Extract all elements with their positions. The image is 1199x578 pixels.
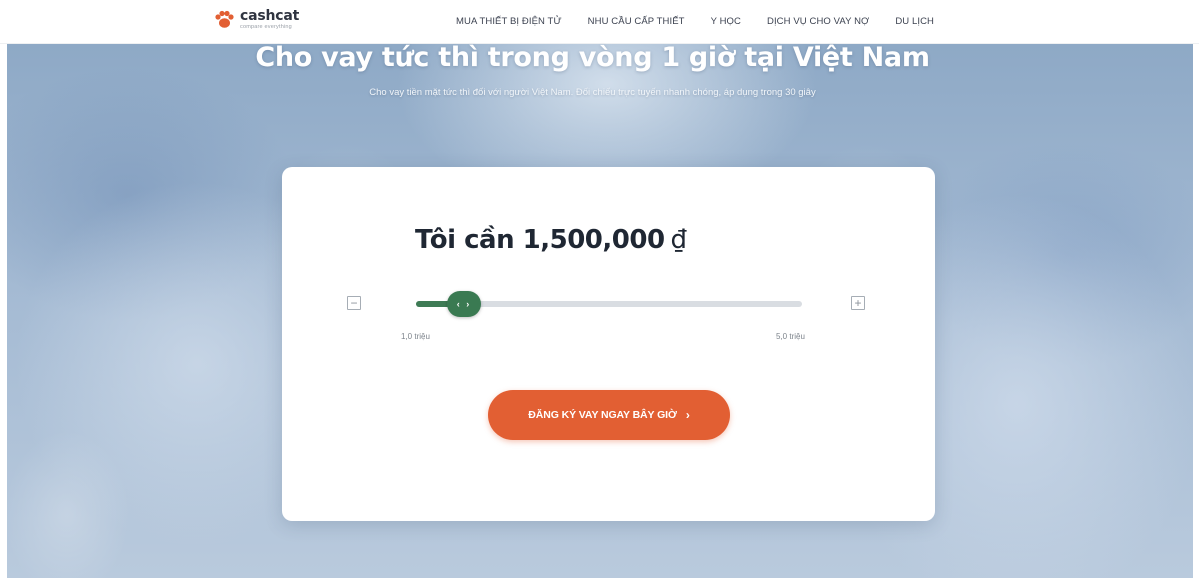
slider-min-label: 1,0 triệu (401, 332, 430, 341)
nav-item-debt-loans[interactable]: DỊCH VỤ CHO VAY NỢ (767, 16, 869, 27)
apply-now-label: ĐĂNG KÝ VAY NGAY BÂY GIỜ (528, 409, 677, 421)
amount-slider-thumb[interactable]: ‹ › (447, 291, 481, 317)
drag-arrows-icon: ‹ › (456, 299, 472, 309)
amount-prefix: Tôi cần (415, 225, 515, 255)
apply-now-button[interactable]: ĐĂNG KÝ VAY NGAY BÂY GIỜ › (488, 390, 730, 440)
minus-icon: − (350, 296, 358, 310)
hero-subtitle: Cho vay tiền mặt tức thì đối với người V… (369, 87, 816, 98)
plus-icon: + (854, 296, 862, 310)
nav-item-medical[interactable]: Y HỌC (711, 16, 741, 27)
loan-amount-heading: Tôi cần 1,500,000 ₫ (415, 225, 687, 255)
site-header: cashcat compare everything MUA THIẾT BỊ … (0, 0, 1199, 44)
decrease-amount-button[interactable]: − (347, 296, 361, 310)
brand-name: cashcat (240, 8, 300, 24)
main-nav: MUA THIẾT BỊ ĐIỆN TỬ NHU CẦU CẤP THIẾT Y… (456, 0, 960, 43)
hero-title: Cho vay tức thì trong vòng 1 giờ tại Việ… (255, 42, 930, 73)
nav-item-electronics[interactable]: MUA THIẾT BỊ ĐIỆN TỬ (456, 16, 562, 27)
paw-logo-icon (215, 10, 234, 28)
cashcat-logo[interactable]: cashcat compare everything (214, 9, 299, 35)
chevron-right-icon: › (685, 408, 690, 422)
increase-amount-button[interactable]: + (851, 296, 865, 310)
amount-value: 1,500,000 (522, 225, 665, 255)
nav-item-urgent-needs[interactable]: NHU CẦU CẤP THIẾT (588, 16, 685, 27)
logo-text: cashcat compare everything (240, 9, 299, 31)
loan-calculator-card: Tôi cần 1,500,000 ₫ − ‹ › + 1,0 triệu 5,0… (282, 167, 935, 521)
currency-symbol: ₫ (670, 225, 688, 255)
brand-tagline: compare everything (240, 24, 292, 30)
slider-max-label: 5,0 triệu (776, 332, 805, 341)
nav-item-travel[interactable]: DU LỊCH (895, 16, 934, 27)
